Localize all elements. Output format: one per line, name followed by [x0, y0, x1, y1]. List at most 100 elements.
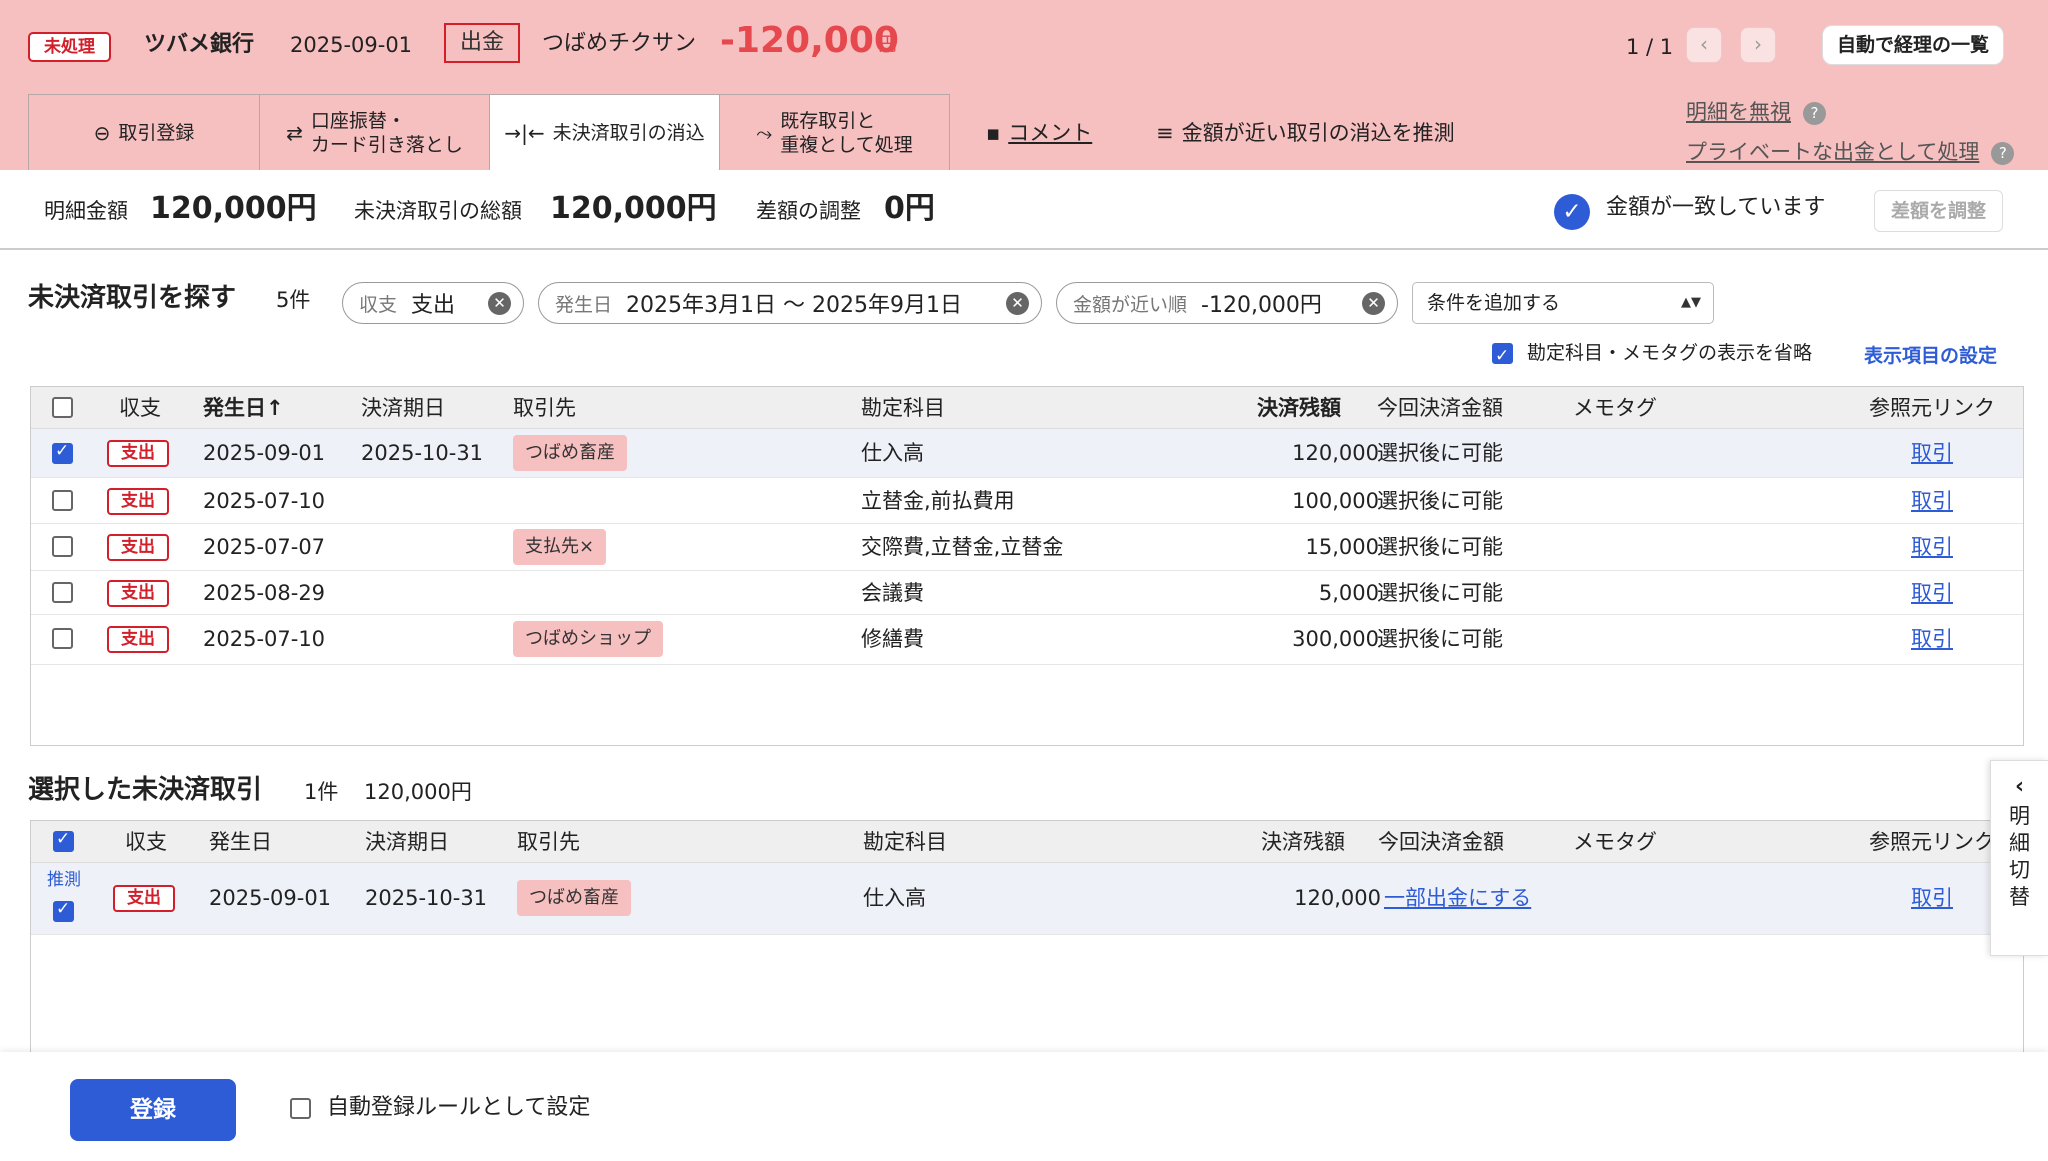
add-condition-label: 条件を追加する — [1427, 292, 1561, 314]
next-button[interactable]: › — [1740, 27, 1776, 63]
row-checkbox[interactable] — [52, 582, 73, 603]
statement-switch-label: 明細切替 — [2009, 804, 2030, 909]
table-row[interactable]: 支出 2025-07-10 立替金,前払費用 100,000 選択後に可能 取引 — [31, 478, 2023, 524]
omit-columns-checkbox[interactable] — [1492, 341, 1513, 371]
comment-link[interactable]: ▪ コメント — [986, 118, 1092, 148]
table-row[interactable]: 支出 2025-09-01 2025-10-31 つばめ畜産 仕入高 120,0… — [31, 429, 2023, 478]
table-row[interactable]: 支出 2025-08-29 会議費 5,000 選択後に可能 取引 — [31, 571, 2023, 615]
tab-reconcile[interactable]: →|← 未決済取引の消込 — [489, 94, 720, 170]
auto-list-button[interactable]: 自動で経理の一覧 — [1822, 25, 2005, 65]
ref-link[interactable]: 取引 — [1911, 624, 1953, 654]
direction-badge: 出金 — [444, 23, 521, 63]
row-date: 2025-09-01 — [203, 441, 326, 465]
partner-tag: 支払先× — [513, 529, 607, 565]
omit-columns-toggle[interactable]: 勘定科目・メモタグの表示を省略 — [1492, 338, 1813, 371]
sort-asc-icon: ↑ — [266, 396, 284, 420]
ref-link[interactable]: 取引 — [1911, 578, 1953, 608]
tab-transfer[interactable]: ⇄ 口座振替・ カード引き落とし — [259, 94, 490, 170]
tab-reconcile-label: 未決済取引の消込 — [552, 121, 705, 144]
filter-chip-value: 2025年3月1日 〜 2025年9月1日 — [626, 293, 962, 318]
row-checkbox[interactable] — [53, 899, 74, 922]
clear-filter-icon[interactable]: ✕ — [1006, 291, 1029, 315]
diff-value: 0円 — [884, 191, 935, 226]
tab-duplicate-line1: 既存取引と — [780, 109, 876, 132]
row-checkbox[interactable] — [52, 441, 73, 464]
select-all-checkbox[interactable] — [53, 829, 74, 852]
filter-chip-label: 金額が近い順 — [1073, 293, 1188, 316]
partial-payment-link[interactable]: 一部出金にする — [1384, 883, 1531, 913]
tab-register-label: 取引登録 — [118, 121, 195, 144]
row-account: 仕入高 — [863, 886, 926, 910]
row-checkbox[interactable] — [52, 490, 73, 511]
partner-tag: つばめショップ — [513, 621, 663, 657]
table-row[interactable]: 推測 支出 2025-09-01 2025-10-31 つばめ畜産 仕入高 12… — [31, 863, 2023, 935]
filter-chip-amount[interactable]: 金額が近い順 -120,000円 ✕ — [1056, 282, 1398, 324]
filter-chip-value: -120,000円 — [1201, 293, 1322, 318]
guess-reconcile-label: 金額が近い取引の消込を推測 — [1181, 121, 1455, 145]
omit-columns-label: 勘定科目・メモタグの表示を省略 — [1527, 342, 1813, 364]
selected-total: 120,000円 — [364, 780, 472, 804]
help-icon[interactable]: ? — [1991, 141, 2015, 165]
pager-indicator: 1 / 1 — [1626, 35, 1674, 59]
auto-rule-checkbox[interactable] — [290, 1097, 311, 1119]
private-expense-link[interactable]: プライベートな出金として処理? — [1686, 137, 2015, 167]
check-circle-icon: ✓ — [1554, 194, 1590, 230]
filter-chip-label: 発生日 — [555, 293, 613, 316]
ref-link[interactable]: 取引 — [1911, 438, 1953, 468]
col-header-balance[interactable]: 決済残額 — [1257, 393, 1341, 423]
tab-duplicate[interactable]: ⤳ 既存取引と 重複として処理 — [719, 94, 950, 170]
row-account: 仕入高 — [861, 441, 924, 465]
auto-rule-toggle[interactable]: 自動登録ルールとして設定 — [290, 1092, 590, 1124]
guess-reconcile-link[interactable]: ≡ 金額が近い取引の消込を推測 — [1156, 118, 1455, 148]
row-date: 2025-07-07 — [203, 535, 326, 559]
private-expense-label: プライベートな出金として処理 — [1686, 140, 1980, 164]
row-this-amount: 選択後に可能 — [1377, 581, 1503, 605]
clear-filter-icon[interactable]: ✕ — [1362, 291, 1385, 315]
search-section-title: 未決済取引を探す — [28, 283, 237, 313]
filter-chip-type[interactable]: 収支 支出 ✕ — [342, 282, 524, 324]
register-button[interactable]: 登録 — [70, 1079, 236, 1141]
transaction-header: 未処理 ツバメ銀行 2025-09-01 出金 つばめチクサン -120,000… — [0, 0, 2048, 170]
row-checkbox[interactable] — [52, 628, 73, 649]
help-icon[interactable]: ? — [1803, 101, 1826, 125]
col-header-date[interactable]: 発生日↑ — [203, 393, 284, 423]
filter-chip-date[interactable]: 発生日 2025年3月1日 〜 2025年9月1日 ✕ — [538, 282, 1042, 324]
row-checkbox[interactable] — [52, 536, 73, 557]
tab-duplicate-label: 既存取引と 重複として処理 — [780, 109, 912, 157]
row-this-amount: 選択後に可能 — [1377, 441, 1503, 465]
row-balance: 120,000 — [1294, 886, 1381, 910]
clear-filter-icon[interactable]: ✕ — [488, 291, 511, 315]
ignore-statement-link[interactable]: 明細を無視? — [1686, 97, 1826, 127]
tab-transfer-line2: カード引き落とし — [310, 133, 463, 156]
type-badge: 支出 — [107, 626, 169, 653]
partner-tag: つばめ畜産 — [517, 880, 631, 916]
statement-amount: -120,000 — [720, 20, 899, 61]
col-header-date-label: 発生日 — [203, 396, 266, 420]
selected-count: 1件 — [304, 780, 339, 804]
add-condition-select[interactable]: 条件を追加する ▲▼ — [1412, 282, 1714, 324]
row-account: 会議費 — [861, 581, 924, 605]
statement-switch-tab[interactable]: ‹ 明細切替 — [1990, 760, 2048, 956]
col-header-due: 決済期日 — [361, 396, 445, 420]
ignore-statement-label: 明細を無視 — [1686, 100, 1791, 124]
ref-link[interactable]: 取引 — [1911, 486, 1953, 516]
row-balance: 100,000 — [1292, 489, 1379, 513]
tab-register[interactable]: ⊖ 取引登録 — [28, 94, 260, 170]
prev-button[interactable]: ‹ — [1686, 27, 1722, 63]
ref-link[interactable]: 取引 — [1911, 532, 1953, 562]
guess-label: 推測 — [47, 870, 81, 890]
select-all-checkbox[interactable] — [52, 397, 73, 418]
type-badge: 支出 — [107, 488, 169, 515]
status-badge: 未処理 — [28, 32, 111, 62]
col-header-link: 参照元リンク — [1869, 830, 1995, 854]
row-account: 交際費,立替金,立替金 — [861, 535, 1064, 559]
adjust-diff-button[interactable]: 差額を調整 — [1874, 190, 2004, 232]
currency-unit: 円 — [878, 33, 898, 55]
search-result-count: 5件 — [276, 288, 311, 312]
row-this-amount: 選択後に可能 — [1377, 489, 1503, 513]
table-row[interactable]: 支出 2025-07-07 支払先× 交際費,立替金,立替金 15,000 選択… — [31, 524, 2023, 571]
col-header-partner: 取引先 — [513, 396, 576, 420]
table-row[interactable]: 支出 2025-07-10 つばめショップ 修繕費 300,000 選択後に可能… — [31, 615, 2023, 665]
ref-link[interactable]: 取引 — [1911, 883, 1953, 913]
column-settings-link[interactable]: 表示項目の設定 — [1864, 342, 1997, 370]
